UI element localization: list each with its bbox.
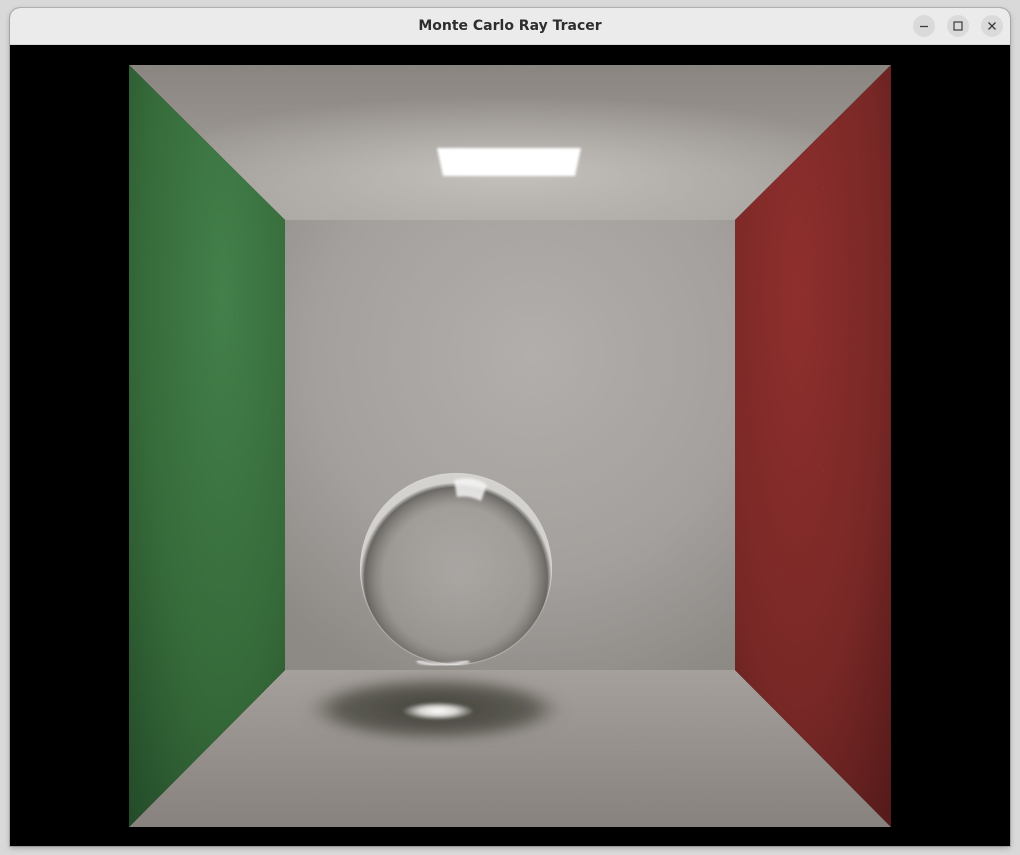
minimize-button[interactable] bbox=[913, 15, 935, 37]
app-window: Monte Carlo Ray Tracer bbox=[10, 8, 1010, 846]
rendered-image bbox=[129, 65, 891, 827]
maximize-button[interactable] bbox=[947, 15, 969, 37]
titlebar[interactable]: Monte Carlo Ray Tracer bbox=[10, 8, 1010, 45]
render-viewport[interactable] bbox=[10, 45, 1010, 846]
render-noise bbox=[129, 65, 891, 827]
maximize-icon bbox=[953, 21, 963, 31]
close-icon bbox=[988, 22, 996, 30]
window-title: Monte Carlo Ray Tracer bbox=[418, 18, 602, 34]
close-button[interactable] bbox=[981, 15, 1003, 37]
minimize-icon bbox=[920, 25, 928, 28]
